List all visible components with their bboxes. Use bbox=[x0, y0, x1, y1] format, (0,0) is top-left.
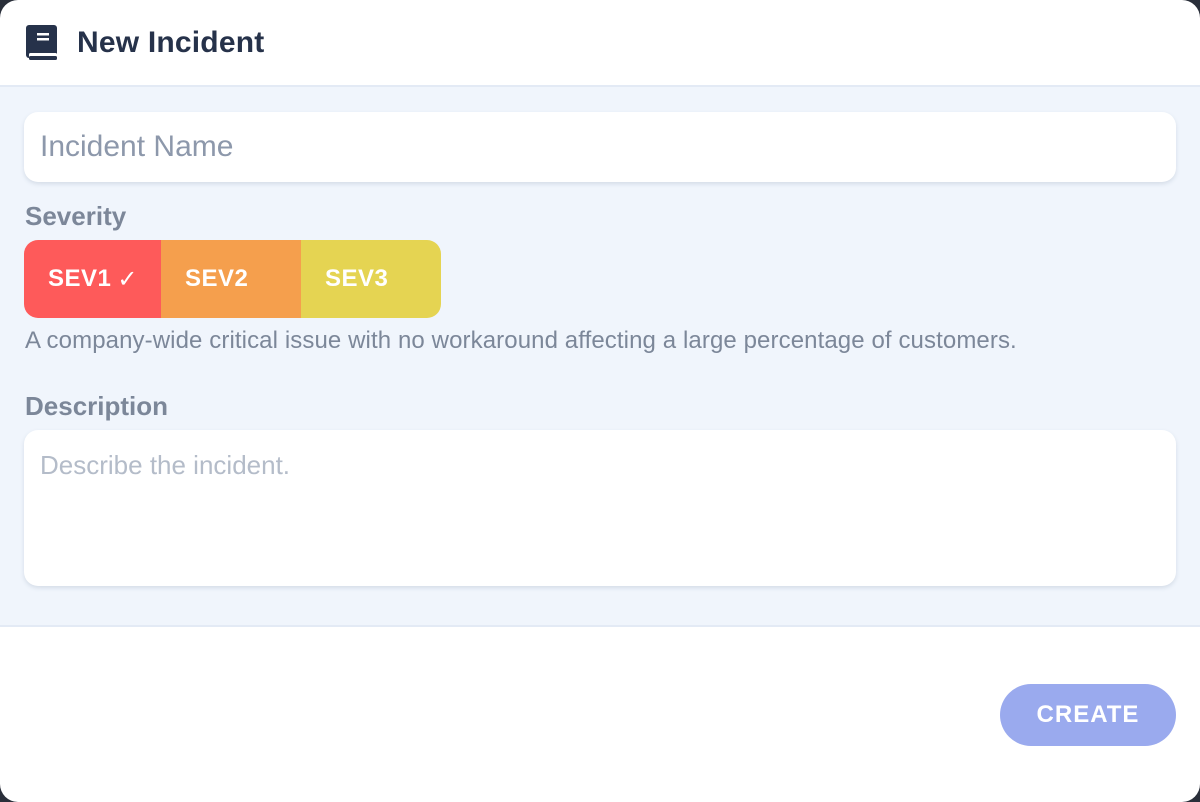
severity-option-label: SEV2 bbox=[185, 265, 249, 292]
book-icon bbox=[26, 24, 58, 61]
severity-selector: SEV1 ✓ SEV2 SEV3 bbox=[24, 240, 441, 318]
create-button[interactable]: CREATE bbox=[1000, 684, 1176, 746]
severity-description: A company-wide critical issue with no wo… bbox=[25, 327, 1017, 354]
description-field[interactable] bbox=[24, 430, 1176, 586]
modal-title: New Incident bbox=[77, 25, 265, 59]
severity-option-label: SEV3 bbox=[325, 265, 389, 292]
severity-option-sev2[interactable]: SEV2 bbox=[161, 240, 301, 318]
severity-option-label: SEV1 bbox=[48, 265, 112, 292]
modal-body: Severity SEV1 ✓ SEV2 SEV3 A company-wide… bbox=[0, 87, 1200, 627]
severity-label: Severity bbox=[25, 201, 127, 231]
new-incident-modal: New Incident Severity SEV1 ✓ SEV2 SEV3 A… bbox=[0, 0, 1200, 802]
severity-option-sev3[interactable]: SEV3 bbox=[301, 240, 441, 318]
description-label: Description bbox=[25, 391, 169, 421]
check-icon: ✓ bbox=[117, 265, 138, 293]
severity-option-sev1[interactable]: SEV1 ✓ bbox=[24, 240, 161, 318]
modal-header: New Incident bbox=[0, 0, 1200, 87]
incident-name-input[interactable] bbox=[24, 112, 1176, 182]
